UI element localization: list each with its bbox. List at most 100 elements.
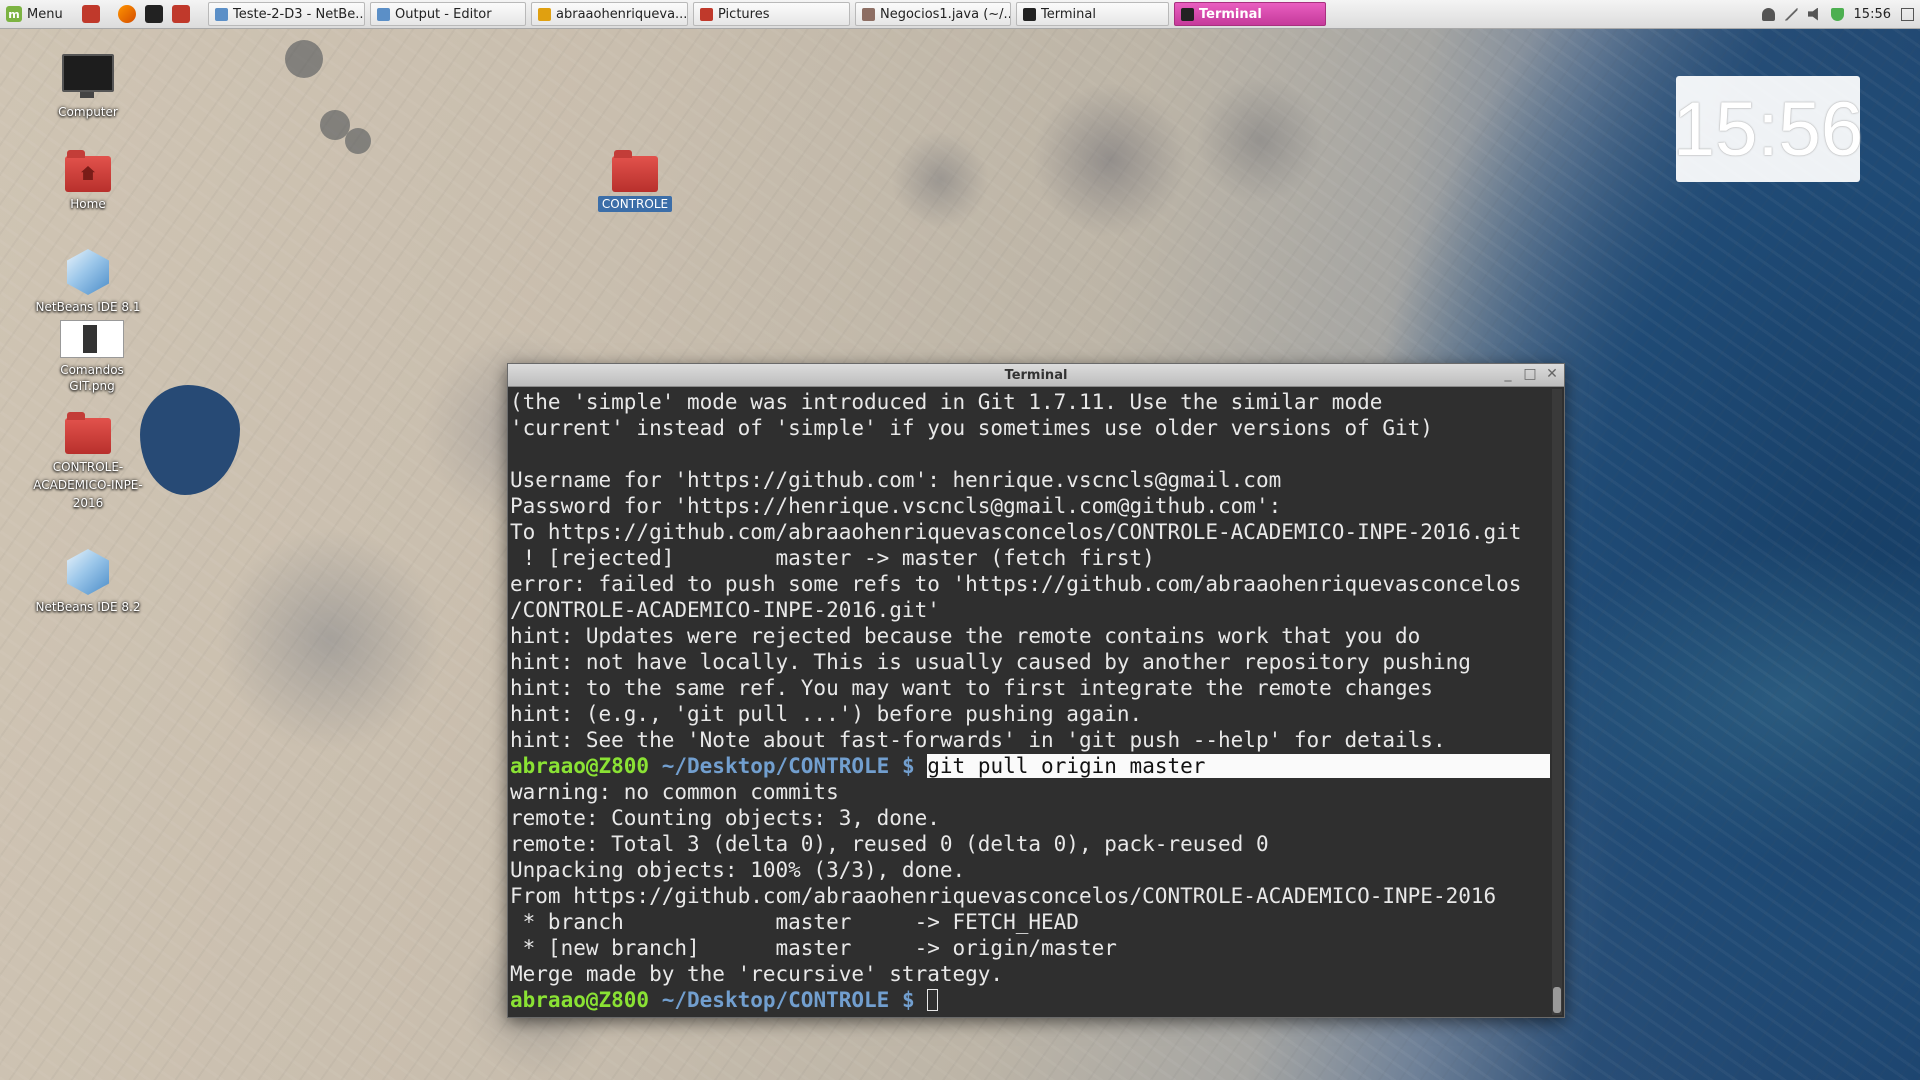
desktop-icon-label: NetBeans IDE 8.2 [35,600,141,614]
chrome-icon [538,7,551,21]
user-icon[interactable] [1761,7,1775,21]
terminal-line: hint: not have locally. This is usually … [510,650,1471,674]
terminal-scrollbar[interactable] [1552,389,1562,1015]
desktop-icon-label: Home [70,197,106,211]
terminal-icon [1023,7,1036,21]
terminal-prompt-line: abraao@Z800 ~/Desktop/CONTROLE $ [510,987,1550,1013]
minimize-icon[interactable]: _ [1500,366,1516,382]
menu-button[interactable]: m Menu [2,0,72,28]
window-titlebar[interactable]: Terminal _ □ ✕ [508,364,1564,387]
terminal-prompt-line: abraao@Z800 ~/Desktop/CONTROLE $ git pul… [510,753,1550,779]
desktop-icon-controle[interactable]: CONTROLE [580,150,690,212]
taskbar-button-label: Output - Editor [395,6,492,22]
prompt-path: ~/Desktop/CONTROLE $ [661,988,915,1012]
window-title: Terminal [1004,367,1068,383]
taskbar-button[interactable]: Negocios1.java (~/... [855,2,1011,26]
netbeans-icon [67,549,109,595]
taskbar-button[interactable]: abraaohenriqueva... [531,2,688,26]
desktop-icon-computer[interactable]: Computer [33,48,143,120]
taskbar-button-label: abraaohenriqueva... [556,6,688,22]
terminal-line: remote: Counting objects: 3, done. [510,806,940,830]
taskbar-button[interactable]: Teste-2-D3 - NetBe... [208,2,365,26]
taskbar-button-label: Teste-2-D3 - NetBe... [233,6,365,22]
desktop-icon-home[interactable]: Home [33,150,143,212]
netbeans-icon [215,7,228,21]
files-launcher-icon[interactable] [172,5,190,23]
top-panel: m Menu Teste-2-D3 - NetBe... Output - Edi… [0,0,1920,29]
terminal-line: hint: to the same ref. You may want to f… [510,676,1433,700]
taskbar-button-label: Pictures [718,6,770,22]
desktop-icon-label: CONTROLE [597,196,673,212]
close-icon[interactable]: ✕ [1544,366,1560,382]
prompt-user: abraao@Z800 [510,754,650,778]
desktop-icon-label: Computer [58,105,118,119]
terminal-line: Password for 'https://henrique.vscncls@g… [510,494,1282,518]
desktop-icon-label: Comandos GIT.png [60,363,124,393]
workspace-icon[interactable] [1901,7,1914,21]
text-editor-icon [862,7,875,21]
terminal-line: To https://github.com/abraaohenriquevasc… [510,520,1522,544]
terminal-line: Unpacking objects: 100% (3/3), done. [510,858,966,882]
desktop-clock-widget: 15:56 [1672,76,1864,182]
desktop-icon-label: NetBeans IDE 8.1 [35,300,141,314]
system-tray: 15:56 [1761,0,1914,28]
taskbar-button[interactable]: Terminal [1174,2,1326,26]
scrollbar-thumb[interactable] [1553,987,1561,1013]
wallpaper-lake [140,385,240,495]
terminal-line: (the 'simple' mode was introduced in Git… [510,390,1383,414]
terminal-line: 'current' instead of 'simple' if you som… [510,416,1433,440]
wallpaper-field [345,128,371,154]
terminal-window[interactable]: Terminal _ □ ✕ (the 'simple' mode was in… [507,363,1565,1018]
terminal-line: hint: (e.g., 'git pull ...') before push… [510,702,1143,726]
wallpaper-field [285,40,323,78]
terminal-line: hint: See the 'Note about fast-forwards'… [510,728,1446,752]
clock-time: 15:56 [1672,86,1864,172]
image-file-icon [60,320,124,358]
terminal-line: warning: no common commits [510,780,839,804]
volume-icon[interactable] [1807,7,1818,21]
terminal-line: remote: Total 3 (delta 0), reused 0 (del… [510,832,1269,856]
terminal-line: Username for 'https://github.com': henri… [510,468,1282,492]
maximize-icon[interactable]: □ [1522,366,1538,382]
typed-command: git pull origin master [927,754,1550,778]
netbeans-icon [67,249,109,295]
network-icon[interactable] [1784,7,1798,21]
computer-icon [62,54,114,98]
terminal-output[interactable]: (the 'simple' mode was introduced in Git… [510,389,1550,1015]
taskbar-button-label: Terminal [1041,6,1096,22]
terminal-launcher-icon[interactable] [145,5,163,23]
desktop-icon-netbeans-81[interactable]: NetBeans IDE 8.1 [33,245,143,315]
prompt-user: abraao@Z800 [510,988,650,1012]
taskbar-button-label: Terminal [1199,6,1262,22]
show-desktop-icon[interactable] [82,5,100,23]
home-folder-icon [65,150,111,192]
mint-logo-icon: m [6,6,22,22]
terminal-icon [1181,7,1194,21]
terminal-line: * [new branch] master -> origin/master [510,936,1117,960]
netbeans-icon [377,7,390,21]
terminal-line: hint: Updates were rejected because the … [510,624,1421,648]
folder-icon [612,150,658,192]
terminal-line: * branch master -> FETCH_HEAD [510,910,1079,934]
taskbar-button[interactable]: Terminal [1016,2,1169,26]
desktop-icon-netbeans-82[interactable]: NetBeans IDE 8.2 [33,545,143,615]
menu-label: Menu [27,6,63,22]
taskbar-button[interactable]: Output - Editor [370,2,526,26]
terminal-line: Merge made by the 'recursive' strategy. [510,962,1004,986]
terminal-line: ! [rejected] master -> master (fetch fir… [510,546,1155,570]
terminal-line: /CONTROLE-ACADEMICO-INPE-2016.git' [510,598,940,622]
terminal-line: From https://github.com/abraaohenriqueva… [510,884,1497,908]
text-cursor [927,989,939,1011]
firefox-icon[interactable] [118,5,136,23]
update-shield-icon[interactable] [1830,7,1844,21]
desktop-icon-comandos-git[interactable]: Comandos GIT.png [37,316,147,394]
folder-icon [65,412,111,454]
folder-icon [700,7,713,21]
desktop-icon-controle-academico[interactable]: CONTROLE- ACADEMICO-INPE- 2016 [33,412,143,512]
prompt-path: ~/Desktop/CONTROLE $ [661,754,915,778]
taskbar-button[interactable]: Pictures [693,2,850,26]
desktop-icon-label: CONTROLE- ACADEMICO-INPE- 2016 [33,460,143,510]
taskbar-button-label: Negocios1.java (~/... [880,6,1011,22]
panel-clock[interactable]: 15:56 [1854,7,1891,22]
